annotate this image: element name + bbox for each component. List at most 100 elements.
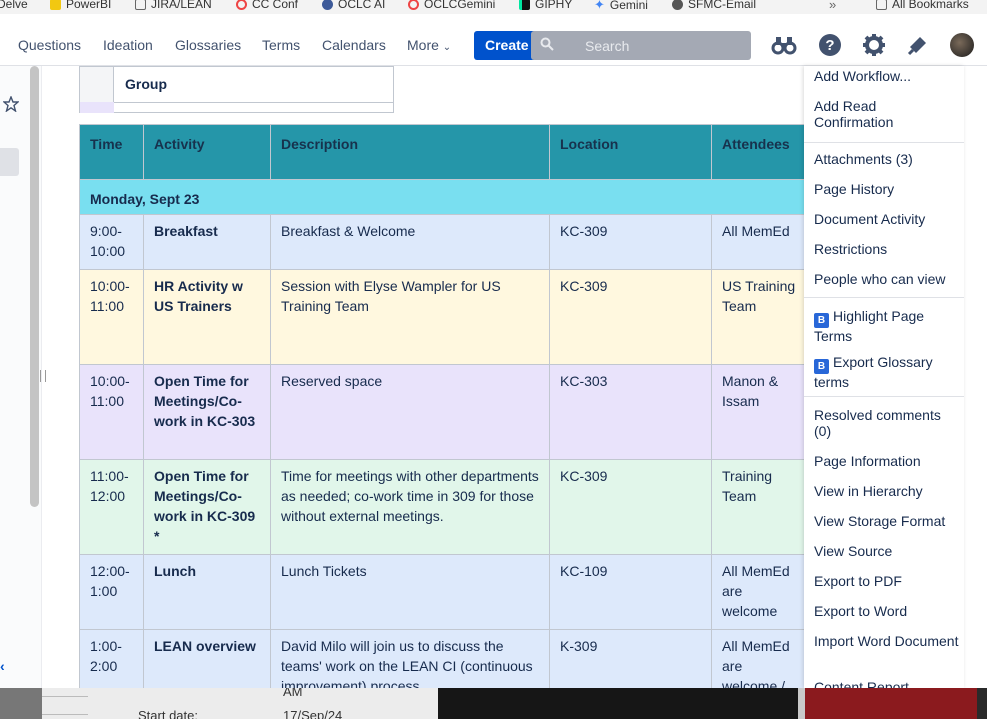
row-1-time: 9:00-10:00 — [80, 215, 144, 270]
collapse-sidebar-icon[interactable]: ‹ — [0, 658, 5, 674]
menu-item-view-storage-format[interactable]: View Storage Format — [814, 513, 959, 529]
sidebar-scrollbar[interactable] — [30, 66, 39, 507]
group-table-divider — [114, 102, 394, 103]
row-3-time: 10:00-11:00 — [80, 365, 144, 460]
bookmark-powerbi[interactable]: PowerBI — [50, 0, 111, 11]
bookmark-jira-lean[interactable]: JIRA/LEAN — [135, 0, 212, 11]
menu-item-add-workflow[interactable]: Add Workflow... — [814, 68, 959, 84]
menu-item-export-glossary-terms[interactable]: B Export Glossary terms — [814, 354, 959, 390]
schedule-table: Time Activity Description Location Atten… — [79, 124, 804, 688]
search-icon — [540, 37, 554, 51]
help-icon[interactable]: ? — [818, 33, 842, 57]
column-header-attendees: Attendees — [712, 125, 804, 180]
row-3-location: KC-303 — [550, 365, 712, 460]
row-4-location: KC-309 — [550, 460, 712, 555]
all-bookmarks-button[interactable]: All Bookmarks — [876, 0, 969, 11]
oclcgemini-icon — [408, 0, 419, 10]
row-4-time: 11:00-12:00 — [80, 460, 144, 555]
overlay-divider — [42, 714, 88, 715]
menu-item-page-information[interactable]: Page Information — [814, 453, 959, 469]
nav-questions[interactable]: Questions — [18, 37, 81, 53]
bookmark-delve[interactable]: Delve — [0, 0, 28, 11]
notifications-icon[interactable] — [906, 33, 930, 57]
binoculars-icon[interactable] — [771, 34, 797, 56]
menu-item-page-history[interactable]: Page History — [814, 181, 959, 197]
nav-calendars[interactable]: Calendars — [322, 37, 386, 53]
menu-item-people-who-can-view[interactable]: People who can view — [814, 271, 959, 287]
overlay-divider — [42, 696, 88, 697]
start-date-value: 17/Sep/24 — [283, 708, 343, 719]
bottom-overlay-window: AM Start date: 17/Sep/24 — [0, 688, 987, 719]
menu-item-export-to-pdf[interactable]: Export to PDF — [814, 573, 959, 589]
row-6-attendees: All MemEd are welcome / — [712, 630, 804, 688]
search-input[interactable]: Search — [531, 31, 751, 60]
menu-item-content-report[interactable]: Content Report — [814, 679, 959, 688]
nav-ideation[interactable]: Ideation — [103, 37, 153, 53]
sidebar-resize-handle[interactable] — [40, 370, 46, 382]
more-actions-menu: Add Workflow... Add Read Confirmation At… — [804, 66, 964, 688]
group-table-row-marker — [80, 102, 114, 113]
settings-gear-icon[interactable] — [862, 33, 886, 57]
row-3-activity: Open Time for Meetings/Co-work in KC-303 — [144, 365, 271, 460]
bookmark-oclcgemini[interactable]: OCLCGemini — [408, 0, 495, 11]
bookmark-cc-conf[interactable]: CC Conf — [236, 0, 298, 11]
nav-terms[interactable]: Terms — [262, 37, 300, 53]
menu-item-add-read-confirmation[interactable]: Add Read Confirmation — [814, 98, 959, 130]
menu-item-document-activity[interactable]: Document Activity — [814, 211, 959, 227]
overlay-red-panel — [805, 688, 977, 719]
row-4-description: Time for meetings with other departments… — [271, 460, 550, 555]
overlay-right-edge — [977, 688, 987, 719]
bookmarks-bar: Delve PowerBI JIRA/LEAN CC Conf OCLC AI … — [0, 0, 987, 14]
row-6-time: 1:00-2:00 — [80, 630, 144, 688]
sidebar-selected-item[interactable] — [0, 148, 19, 176]
row-5-activity: Lunch — [144, 555, 271, 630]
row-2-activity: HR Activity w US Trainers — [144, 270, 271, 365]
menu-item-export-to-word[interactable]: Export to Word — [814, 603, 959, 619]
bookmark-giphy[interactable]: GIPHY — [519, 0, 572, 11]
glossary-icon: B — [814, 359, 829, 374]
row-6-description: David Milo will join us to discuss the t… — [271, 630, 550, 688]
svg-text:?: ? — [825, 37, 834, 54]
bookmark-gemini[interactable]: ✦ Gemini — [594, 0, 648, 13]
glossary-icon: B — [814, 313, 829, 328]
user-avatar[interactable] — [950, 33, 974, 57]
bookmarks-overflow-button[interactable]: » — [829, 0, 836, 12]
nav-more[interactable]: More ⌄ — [407, 37, 451, 53]
row-5-time: 12:00-1:00 — [80, 555, 144, 630]
gemini-icon: ✦ — [594, 0, 605, 12]
folder-icon — [876, 0, 887, 10]
row-2-time: 10:00-11:00 — [80, 270, 144, 365]
star-icon[interactable] — [3, 96, 19, 112]
row-2-location: KC-309 — [550, 270, 712, 365]
group-header: Group — [125, 76, 167, 92]
row-4-attendees: Training Team — [712, 460, 804, 555]
bookmark-sfmc-email[interactable]: SFMC-Email — [672, 0, 756, 11]
menu-item-view-in-hierarchy[interactable]: View in Hierarchy — [814, 483, 959, 499]
menu-item-view-source[interactable]: View Source — [814, 543, 959, 559]
row-4-activity: Open Time for Meetings/Co-work in KC-309… — [144, 460, 271, 555]
menu-item-attachments[interactable]: Attachments (3) — [814, 151, 959, 167]
menu-item-resolved-comments[interactable]: Resolved comments (0) — [814, 407, 959, 439]
top-navigation: Questions Ideation Glossaries Terms Cale… — [0, 26, 987, 66]
nav-glossaries[interactable]: Glossaries — [175, 37, 241, 53]
row-6-activity: LEAN overview — [144, 630, 271, 688]
column-header-location: Location — [550, 125, 712, 180]
overlay-dark-panel — [438, 688, 798, 719]
column-header-description: Description — [271, 125, 550, 180]
row-1-location: KC-309 — [550, 215, 712, 270]
overlay-left-panel — [0, 688, 42, 719]
menu-item-restrictions[interactable]: Restrictions — [814, 241, 959, 257]
cc-conf-icon — [236, 0, 247, 10]
menu-divider — [804, 297, 964, 298]
menu-item-import-word-document[interactable]: Import Word Document — [814, 633, 959, 649]
bookmark-oclc-ai[interactable]: OCLC AI — [322, 0, 385, 11]
globe-icon — [672, 0, 683, 10]
row-1-attendees: All MemEd — [712, 215, 804, 270]
row-5-description: Lunch Tickets — [271, 555, 550, 630]
row-3-description: Reserved space — [271, 365, 550, 460]
row-3-attendees: Manon & Issam — [712, 365, 804, 460]
menu-item-highlight-page-terms[interactable]: B Highlight Page Terms — [814, 308, 959, 344]
column-header-time: Time — [80, 125, 144, 180]
row-1-activity: Breakfast — [144, 215, 271, 270]
day-row: Monday, Sept 23 — [80, 180, 804, 215]
